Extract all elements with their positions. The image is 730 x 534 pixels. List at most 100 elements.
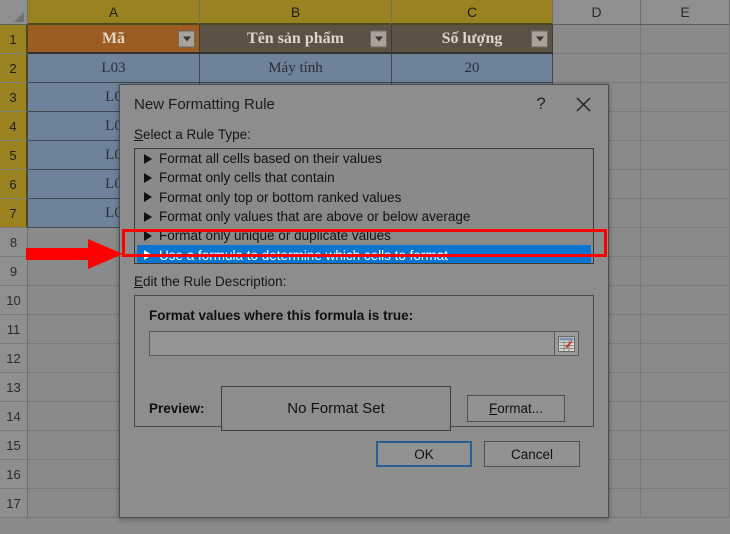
column-header-c[interactable]: C bbox=[392, 0, 553, 25]
screen-root: ABCDE 1 2 3 4 5 6 7 8 9 10 11 12 13 14 15 16 17 Mã Tên sả… bbox=[0, 0, 730, 534]
close-icon[interactable] bbox=[562, 87, 604, 121]
row-header-4[interactable]: 4 bbox=[0, 112, 28, 141]
cell-E2[interactable] bbox=[641, 54, 730, 83]
cell-E15[interactable] bbox=[641, 431, 730, 460]
format-button[interactable]: Format... bbox=[467, 395, 565, 422]
cell-E1[interactable] bbox=[641, 25, 730, 54]
triangle-right-icon bbox=[144, 250, 152, 261]
cancel-button[interactable]: Cancel bbox=[484, 441, 580, 467]
cell-E4[interactable] bbox=[641, 112, 730, 141]
cell-A2[interactable]: L03 bbox=[28, 54, 200, 83]
table-header-label: Tên sản phẩm bbox=[247, 29, 344, 47]
rule-type-label: Format only top or bottom ranked values bbox=[159, 189, 402, 205]
rule-type-item-3[interactable]: Format only values that are above or bel… bbox=[135, 207, 593, 226]
row-header-7[interactable]: 7 bbox=[0, 199, 28, 228]
row-header-8[interactable]: 8 bbox=[0, 228, 28, 257]
cell-E14[interactable] bbox=[641, 402, 730, 431]
row-header-2[interactable]: 2 bbox=[0, 54, 28, 83]
cell-A1[interactable]: Mã bbox=[28, 25, 200, 54]
dialog-title: New Formatting Rule bbox=[134, 95, 275, 113]
table-row: L03 Máy tính 20 bbox=[28, 54, 730, 83]
cell-D1[interactable] bbox=[553, 25, 641, 54]
rule-type-item-1[interactable]: Format only cells that contain bbox=[135, 168, 593, 187]
formula-row bbox=[149, 331, 579, 356]
triangle-right-icon bbox=[144, 192, 152, 203]
cell-E10[interactable] bbox=[641, 286, 730, 315]
rule-type-item-4[interactable]: Format only unique or duplicate values bbox=[135, 226, 593, 245]
range-selector-icon[interactable] bbox=[555, 331, 579, 356]
dialog-footer: OK Cancel bbox=[134, 427, 594, 467]
rule-type-label: Format only values that are above or bel… bbox=[159, 209, 471, 225]
format-button-label: ormat... bbox=[497, 401, 543, 416]
row-header-15[interactable]: 15 bbox=[0, 431, 28, 460]
cell-E13[interactable] bbox=[641, 373, 730, 402]
row-header-column: 1 2 3 4 5 6 7 8 9 10 11 12 13 14 15 16 17 bbox=[0, 25, 28, 518]
rule-type-list[interactable]: Format all cells based on their values Fo… bbox=[134, 148, 594, 264]
row-header-16[interactable]: 16 bbox=[0, 460, 28, 489]
cell-C2[interactable]: 20 bbox=[392, 54, 553, 83]
select-rule-type-label: Select a Rule Type: bbox=[134, 127, 251, 142]
row-header-5[interactable]: 5 bbox=[0, 141, 28, 170]
rule-description-panel: Format values where this formula is true… bbox=[134, 295, 594, 431]
formula-input[interactable] bbox=[149, 331, 555, 356]
cell-E11[interactable] bbox=[641, 315, 730, 344]
row-header-13[interactable]: 13 bbox=[0, 373, 28, 402]
table-row: Mã Tên sản phẩm Số lượng bbox=[28, 25, 730, 54]
column-header-d[interactable]: D bbox=[553, 0, 641, 25]
cell-E9[interactable] bbox=[641, 257, 730, 286]
rule-type-label: Format all cells based on their values bbox=[159, 151, 382, 167]
rule-type-label: Format only unique or duplicate values bbox=[159, 228, 391, 244]
cell-C1[interactable]: Số lượng bbox=[392, 25, 553, 54]
preview-box: No Format Set bbox=[221, 386, 451, 431]
row-header-3[interactable]: 3 bbox=[0, 83, 28, 112]
rule-type-item-2[interactable]: Format only top or bottom ranked values bbox=[135, 188, 593, 207]
column-header-e[interactable]: E bbox=[641, 0, 730, 25]
column-header-row: ABCDE bbox=[0, 0, 730, 25]
triangle-right-icon bbox=[144, 172, 152, 183]
cell-E3[interactable] bbox=[641, 83, 730, 112]
filter-dropdown-icon[interactable] bbox=[531, 30, 548, 47]
formula-title: Format values where this formula is true… bbox=[149, 308, 414, 323]
cell-E8[interactable] bbox=[641, 228, 730, 257]
cell-D2[interactable] bbox=[553, 54, 641, 83]
triangle-right-icon bbox=[144, 211, 152, 222]
row-header-17[interactable]: 17 bbox=[0, 489, 28, 518]
table-header-label: Số lượng bbox=[441, 29, 503, 47]
dialog-body: Select a Rule Type: Format all cells bas… bbox=[120, 127, 608, 467]
preview-row: Preview: No Format Set Format... bbox=[149, 386, 579, 431]
dialog-titlebar[interactable]: New Formatting Rule ? bbox=[120, 85, 608, 123]
cell-E12[interactable] bbox=[641, 344, 730, 373]
cell-B2[interactable]: Máy tính bbox=[200, 54, 392, 83]
rule-type-item-5[interactable]: Use a formula to determine which cells t… bbox=[137, 245, 591, 263]
row-header-14[interactable]: 14 bbox=[0, 402, 28, 431]
preview-label: Preview: bbox=[149, 401, 205, 416]
row-header-10[interactable]: 10 bbox=[0, 286, 28, 315]
row-header-6[interactable]: 6 bbox=[0, 170, 28, 199]
help-icon[interactable]: ? bbox=[520, 87, 562, 121]
filter-dropdown-icon[interactable] bbox=[370, 30, 387, 47]
ok-button[interactable]: OK bbox=[376, 441, 472, 467]
column-header-b[interactable]: B bbox=[200, 0, 392, 25]
edit-rule-description-label: Edit the Rule Description: bbox=[134, 274, 287, 289]
cell-E7[interactable] bbox=[641, 199, 730, 228]
new-formatting-rule-dialog: New Formatting Rule ? Select a Rule Type… bbox=[119, 84, 609, 518]
row-header-12[interactable]: 12 bbox=[0, 344, 28, 373]
cell-E17[interactable] bbox=[641, 489, 730, 518]
triangle-right-icon bbox=[144, 153, 152, 164]
rule-type-label: Use a formula to determine which cells t… bbox=[159, 247, 448, 263]
row-header-9[interactable]: 9 bbox=[0, 257, 28, 286]
column-header-a[interactable]: A bbox=[28, 0, 200, 25]
filter-dropdown-icon[interactable] bbox=[178, 30, 195, 47]
rule-type-item-0[interactable]: Format all cells based on their values bbox=[135, 149, 593, 168]
table-header-label: Mã bbox=[101, 29, 126, 47]
row-header-11[interactable]: 11 bbox=[0, 315, 28, 344]
select-rule-type-label-text: elect a Rule Type: bbox=[143, 127, 251, 142]
triangle-right-icon bbox=[144, 230, 152, 241]
cell-E16[interactable] bbox=[641, 460, 730, 489]
rule-type-label: Format only cells that contain bbox=[159, 170, 335, 186]
cell-E5[interactable] bbox=[641, 141, 730, 170]
select-all-corner[interactable] bbox=[0, 0, 28, 25]
cell-B1[interactable]: Tên sản phẩm bbox=[200, 25, 392, 54]
cell-E6[interactable] bbox=[641, 170, 730, 199]
row-header-1[interactable]: 1 bbox=[0, 25, 28, 54]
